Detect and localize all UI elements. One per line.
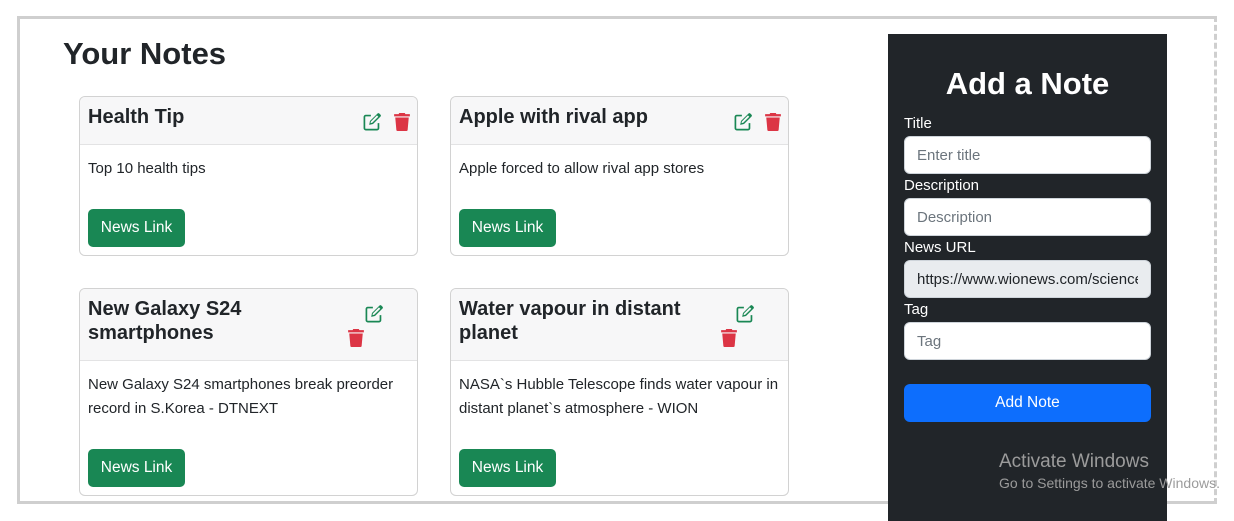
activate-windows-subtitle: Go to Settings to activate Windows.	[999, 475, 1220, 491]
news-url-input[interactable]	[904, 260, 1151, 298]
note-title: Apple with rival app	[459, 106, 648, 128]
note-card: Water vapour in distant planet NASA`s Hu…	[450, 288, 789, 496]
news-link-button[interactable]: News Link	[459, 209, 556, 247]
edit-icon[interactable]	[363, 113, 381, 131]
news-link-button[interactable]: News Link	[88, 209, 185, 247]
add-note-button[interactable]: Add Note	[904, 384, 1151, 422]
trash-icon[interactable]	[720, 329, 738, 347]
note-card-header: Apple with rival app	[451, 97, 788, 145]
page-title: Your Notes	[63, 36, 227, 71]
note-card: Apple with rival app Apple forced to all…	[450, 96, 789, 256]
edit-icon[interactable]	[736, 305, 754, 323]
tag-label: Tag	[904, 301, 929, 318]
note-card-body: NASA`s Hubble Telescope finds water vapo…	[451, 361, 788, 421]
trash-icon[interactable]	[393, 113, 411, 131]
news-url-label: News URL	[904, 239, 976, 256]
description-input[interactable]	[904, 198, 1151, 236]
tag-input[interactable]	[904, 322, 1151, 360]
note-title: Water vapour in distant planet	[459, 298, 681, 344]
note-card-header: New Galaxy S24 smartphones	[80, 289, 417, 361]
news-link-button[interactable]: News Link	[459, 449, 556, 487]
title-label: Title	[904, 115, 932, 132]
note-card: Health Tip Top 10 health tips News Link	[79, 96, 418, 256]
note-card-body: Apple forced to allow rival app stores	[451, 145, 788, 181]
trash-icon[interactable]	[347, 329, 365, 347]
edit-icon[interactable]	[734, 113, 752, 131]
news-link-button[interactable]: News Link	[88, 449, 185, 487]
edit-icon[interactable]	[365, 305, 383, 323]
note-description: Apple forced to allow rival app stores	[459, 160, 705, 177]
note-card-body: New Galaxy S24 smartphones break preorde…	[80, 361, 417, 421]
note-title: Health Tip	[88, 106, 185, 128]
note-card-header: Health Tip	[80, 97, 417, 145]
activate-windows-title: Activate Windows	[999, 451, 1149, 472]
description-label: Description	[904, 177, 980, 194]
note-card: New Galaxy S24 smartphones New Galaxy S2…	[79, 288, 418, 496]
note-card-header: Water vapour in distant planet	[451, 289, 788, 361]
trash-icon[interactable]	[764, 113, 782, 131]
note-description: NASA`s Hubble Telescope finds water vapo…	[459, 376, 779, 417]
add-note-heading: Add a Note	[945, 66, 1110, 101]
note-description: New Galaxy S24 smartphones break preorde…	[88, 376, 394, 417]
note-card-body: Top 10 health tips	[80, 145, 417, 181]
add-note-panel: Add a Note Title Description News URL Ta…	[888, 34, 1167, 521]
note-title: New Galaxy S24 smartphones	[88, 298, 242, 344]
title-input[interactable]	[904, 136, 1151, 174]
note-description: Top 10 health tips	[88, 160, 206, 177]
